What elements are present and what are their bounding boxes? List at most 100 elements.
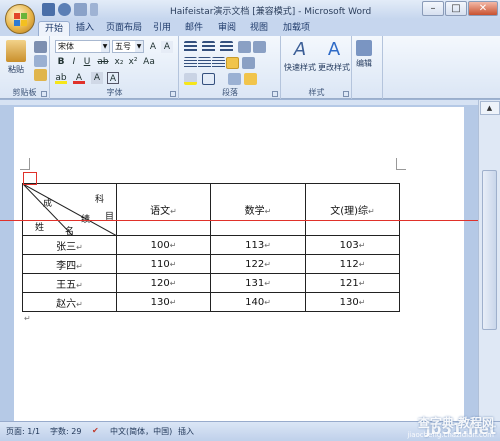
table-cell[interactable]: 131↵: [210, 273, 306, 293]
clipboard-launcher-icon[interactable]: [41, 91, 47, 97]
tab-view[interactable]: 视图: [244, 21, 274, 36]
table-cell[interactable]: 张三↵: [22, 235, 117, 255]
align-center-icon[interactable]: [198, 57, 211, 69]
table-cell[interactable]: 130↵: [305, 292, 400, 312]
align-left-icon[interactable]: [184, 57, 197, 69]
multilevel-list-icon[interactable]: [220, 41, 233, 53]
status-page[interactable]: 页面: 1/1: [6, 426, 40, 437]
table-cell[interactable]: 王五↵: [22, 273, 117, 293]
table-cell[interactable]: 李四↵: [22, 254, 117, 274]
tab-page-layout[interactable]: 页面布局: [100, 21, 148, 36]
tab-home[interactable]: 开始: [38, 21, 71, 36]
copy-icon[interactable]: [34, 55, 47, 67]
underline-icon[interactable]: U: [81, 56, 93, 68]
binoculars-icon: [356, 40, 372, 56]
shading-icon[interactable]: [184, 73, 197, 85]
tab-mailings[interactable]: 邮件: [179, 21, 209, 36]
tab-add-ins[interactable]: 加载项: [277, 21, 316, 36]
font-size-select[interactable]: 五号 ▼: [112, 40, 144, 53]
numbering-icon[interactable]: [202, 41, 215, 53]
redo-icon[interactable]: [74, 3, 87, 16]
minimize-button[interactable]: –: [422, 1, 444, 16]
justify-icon[interactable]: [226, 57, 239, 69]
table-cell[interactable]: 100↵: [116, 235, 211, 255]
paste-label: 粘贴: [8, 65, 24, 74]
close-button[interactable]: ✕: [468, 1, 498, 16]
quick-styles-button[interactable]: A 快速样式: [284, 40, 316, 73]
table-cell[interactable]: 赵六↵: [22, 292, 117, 312]
maximize-button[interactable]: □: [445, 1, 467, 16]
font-launcher-icon[interactable]: [170, 91, 176, 97]
font-name-select[interactable]: 宋体 ▼: [55, 40, 110, 53]
scroll-thumb[interactable]: [482, 170, 497, 330]
proofing-icon[interactable]: ✔: [92, 426, 99, 435]
highlight-icon[interactable]: ab: [55, 72, 67, 84]
strikethrough-icon[interactable]: ab: [97, 56, 109, 68]
char-border-icon[interactable]: A: [107, 72, 119, 84]
quick-styles-icon: A: [293, 39, 307, 60]
score-value: 140: [245, 296, 265, 308]
status-language[interactable]: 中文(简体，中国): [110, 426, 172, 437]
table-cell[interactable]: 110↵: [116, 254, 211, 274]
char-shading-icon[interactable]: A: [91, 72, 103, 84]
header-math: 数学: [244, 206, 265, 217]
tab-references[interactable]: 引用: [147, 21, 177, 36]
table-cell[interactable]: 122↵: [210, 254, 306, 274]
table-row: 王五↵ 120↵ 131↵ 121↵: [22, 273, 400, 293]
table-cell[interactable]: 112↵: [305, 254, 400, 274]
header-cell-math[interactable]: 数学↵: [210, 183, 306, 236]
styles-launcher-icon[interactable]: [343, 91, 349, 97]
decrease-indent-icon[interactable]: [238, 41, 251, 53]
office-button[interactable]: [5, 4, 35, 34]
grow-font-icon[interactable]: A: [147, 41, 159, 53]
sort-icon[interactable]: [228, 73, 241, 85]
tab-insert[interactable]: 插入: [70, 21, 100, 36]
score-value: 103: [339, 239, 359, 251]
font-color-icon[interactable]: A: [73, 72, 85, 84]
editing-button[interactable]: 编辑: [356, 40, 372, 69]
student-name: 赵六: [56, 298, 77, 310]
scroll-up-icon[interactable]: ▲: [479, 101, 500, 115]
group-clipboard: 粘贴 剪贴板: [0, 36, 50, 99]
status-mode[interactable]: 插入: [178, 426, 194, 437]
increase-indent-icon[interactable]: [253, 41, 266, 53]
bullets-icon[interactable]: [184, 41, 197, 53]
score-value: 131: [245, 277, 265, 289]
group-font: 宋体 ▼ 五号 ▼ A A B I U ab x₂ x² Aa ab A A A…: [51, 36, 179, 99]
paste-button[interactable]: 粘贴: [6, 40, 26, 75]
bold-icon[interactable]: B: [55, 56, 67, 68]
tab-review[interactable]: 审阅: [212, 21, 242, 36]
align-right-icon[interactable]: [212, 57, 225, 69]
save-icon[interactable]: [42, 3, 55, 16]
table-cell[interactable]: 130↵: [116, 292, 211, 312]
change-styles-button[interactable]: A 更改样式: [318, 40, 350, 73]
status-words[interactable]: 字数: 29: [50, 426, 81, 437]
header-cell-comprehensive[interactable]: 文(理)综↵: [305, 183, 400, 236]
italic-icon[interactable]: I: [68, 56, 80, 68]
customize-qat-icon[interactable]: [90, 3, 98, 16]
table-cell[interactable]: 140↵: [210, 292, 306, 312]
line-spacing-icon[interactable]: [242, 57, 255, 69]
paste-icon: [6, 40, 26, 62]
subscript-icon[interactable]: x₂: [113, 56, 125, 68]
table-cell[interactable]: 113↵: [210, 235, 306, 255]
header-cell-chinese[interactable]: 语文↵: [116, 183, 211, 236]
borders-icon[interactable]: [202, 73, 215, 85]
table-row: 赵六↵ 130↵ 140↵ 130↵: [22, 292, 400, 312]
paragraph-launcher-icon[interactable]: [272, 91, 278, 97]
table-cell[interactable]: 120↵: [116, 273, 211, 293]
superscript-icon[interactable]: x²: [127, 56, 139, 68]
clear-format-icon[interactable]: A: [161, 41, 173, 53]
change-case-icon[interactable]: Aa: [143, 56, 155, 68]
diagonal-header-cell[interactable]: 科 目 成 绩 姓 名: [22, 183, 117, 237]
table-cell[interactable]: 103↵: [305, 235, 400, 255]
vertical-scrollbar[interactable]: ▲: [478, 100, 500, 421]
format-painter-icon[interactable]: [34, 69, 47, 81]
score-table[interactable]: 科 目 成 绩 姓 名 语文↵ 数学↵ 文(理)综↵ 张三↵ 100↵ 113↵…: [22, 183, 400, 312]
cut-icon[interactable]: [34, 41, 47, 53]
show-marks-icon[interactable]: [244, 73, 257, 85]
table-cell[interactable]: 121↵: [305, 273, 400, 293]
group-paragraph: 段落: [180, 36, 281, 99]
undo-icon[interactable]: [58, 3, 71, 16]
student-name: 李四: [56, 260, 77, 272]
